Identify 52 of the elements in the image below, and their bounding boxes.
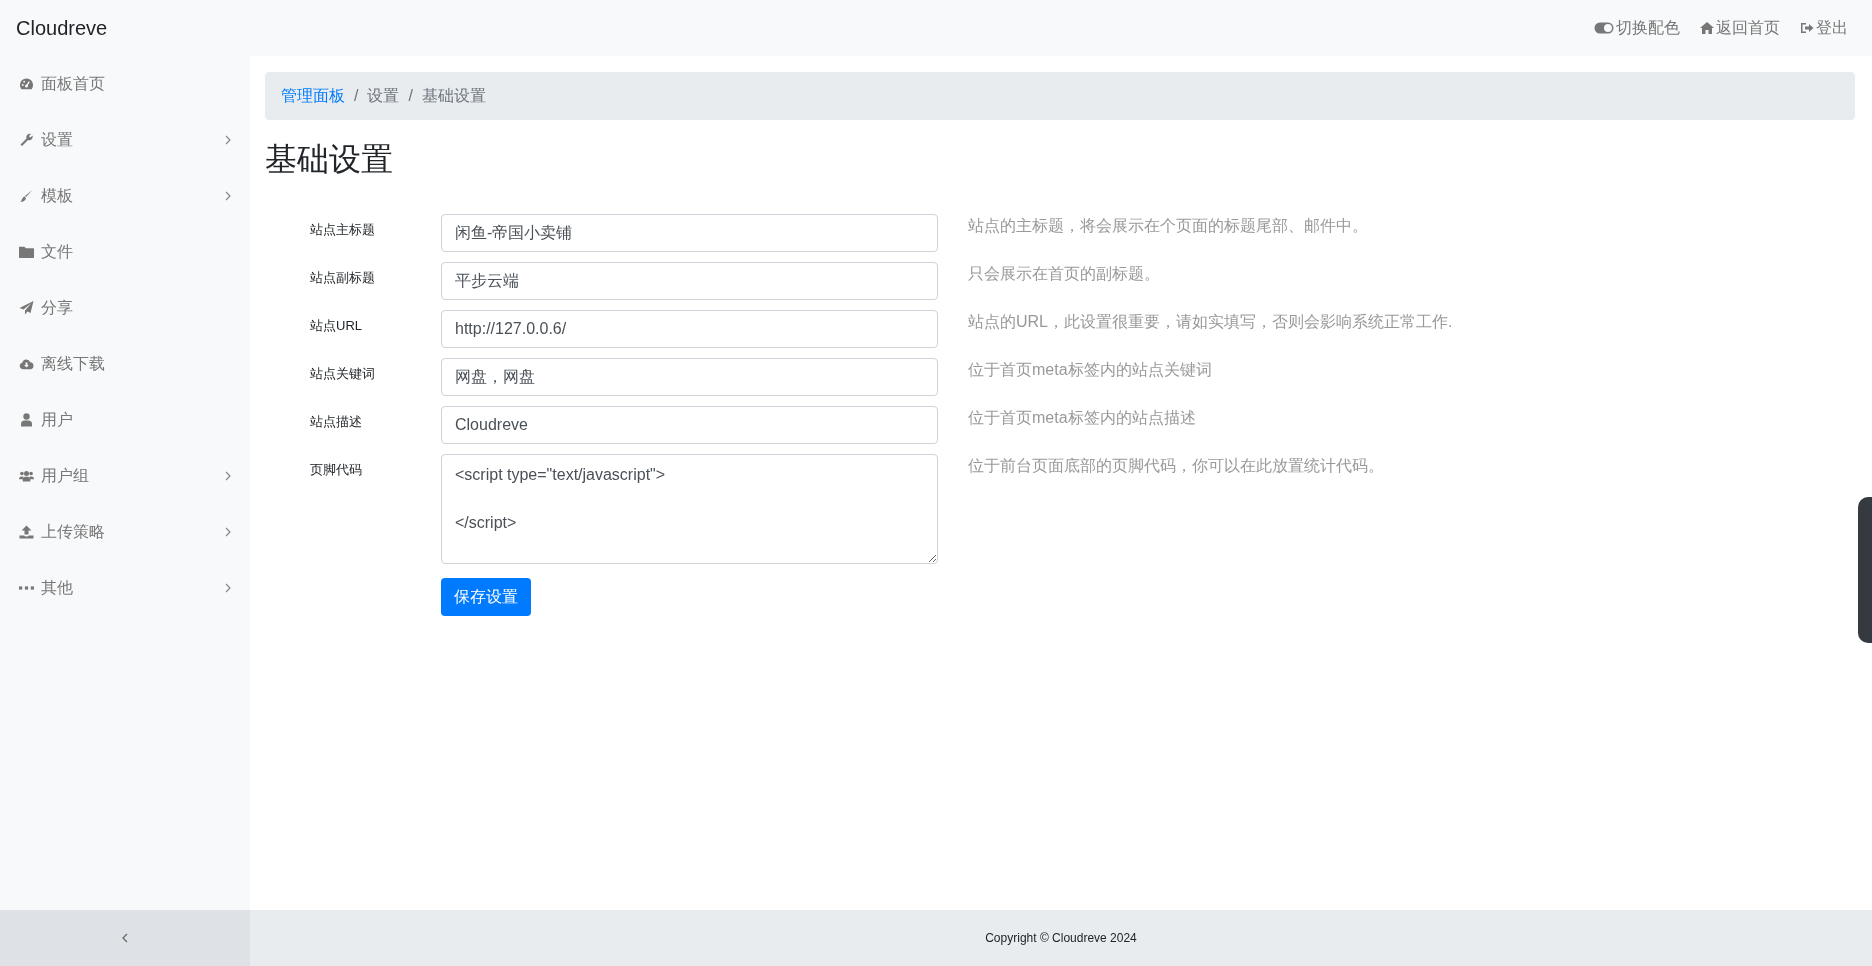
- toggle-icon: [1594, 22, 1614, 34]
- code-textarea[interactable]: <script type="text/javascript"> </script>: [441, 454, 938, 564]
- header-link[interactable]: 登出: [1800, 17, 1848, 39]
- sidebar-item[interactable]: 分享: [0, 280, 250, 336]
- field-hint: 站点的主标题，将会展示在个页面的标题尾部、邮件中。: [967, 216, 1368, 236]
- text-input[interactable]: 闲鱼-帝国小卖铺: [441, 214, 938, 252]
- sidebar-item[interactable]: 离线下载: [0, 336, 250, 392]
- text-input[interactable]: http://127.0.0.6/: [441, 310, 938, 348]
- header-link[interactable]: 返回首页: [1700, 17, 1780, 39]
- field-label: 站点描述: [309, 413, 363, 431]
- sidebar-item[interactable]: 用户组: [0, 448, 250, 504]
- text-input[interactable]: 平步云端: [441, 262, 938, 300]
- breadcrumb-separator: /: [407, 87, 414, 105]
- field-hint: 位于首页meta标签内的站点描述: [967, 408, 1196, 428]
- sidebar-item[interactable]: 用户: [0, 392, 250, 448]
- home-icon: [1700, 22, 1714, 34]
- wrench-icon: [18, 133, 34, 147]
- field-hint: 站点的URL，此设置很重要，请如实填写，否则会影响系统正常工作.: [967, 312, 1453, 332]
- users-icon: [18, 469, 34, 483]
- field-label: 页脚代码: [309, 461, 363, 479]
- gauge-icon: [18, 77, 34, 91]
- breadcrumb-item: 设置: [367, 85, 400, 106]
- folder-icon: [18, 245, 34, 259]
- sidebar-item[interactable]: 模板: [0, 168, 250, 224]
- field-hint: 位于前台页面底部的页脚代码，你可以在此放置统计代码。: [967, 456, 1384, 476]
- user-icon: [18, 413, 34, 427]
- text-input[interactable]: Cloudreve: [441, 406, 938, 444]
- header-link[interactable]: 切换配色: [1594, 17, 1680, 39]
- field-label: 站点URL: [309, 317, 363, 335]
- field-label: 站点关键词: [309, 365, 376, 383]
- sidebar-item[interactable]: 上传策略: [0, 504, 250, 560]
- sidebar-item[interactable]: 设置: [0, 112, 250, 168]
- field-hint: 位于首页meta标签内的站点关键词: [967, 360, 1212, 380]
- upload-icon: [18, 525, 34, 539]
- paper-plane-icon: [18, 301, 34, 315]
- brand-name[interactable]: Cloudreve: [16, 16, 108, 40]
- cloud-download-icon: [18, 357, 34, 371]
- breadcrumb-link[interactable]: 管理面板: [281, 85, 345, 107]
- sign-out-icon: [1800, 22, 1814, 34]
- breadcrumb-item: 基础设置: [421, 85, 486, 106]
- text-input[interactable]: 网盘，网盘: [441, 358, 938, 396]
- chevron-left-icon: [122, 933, 128, 943]
- field-label: 站点主标题: [309, 221, 376, 239]
- breadcrumb-separator: /: [353, 87, 360, 105]
- field-hint: 只会展示在首页的副标题。: [967, 264, 1160, 284]
- copyright-text: Copyright © Cloudreve 2024: [985, 931, 1137, 945]
- sidebar-item[interactable]: 文件: [0, 224, 250, 280]
- page-title: 基础设置: [265, 140, 394, 179]
- save-button[interactable]: 保存设置: [441, 578, 531, 616]
- sidebar-item[interactable]: 面板首页: [0, 56, 250, 112]
- sidebar-item[interactable]: 其他: [0, 560, 250, 616]
- field-label: 站点副标题: [309, 269, 376, 287]
